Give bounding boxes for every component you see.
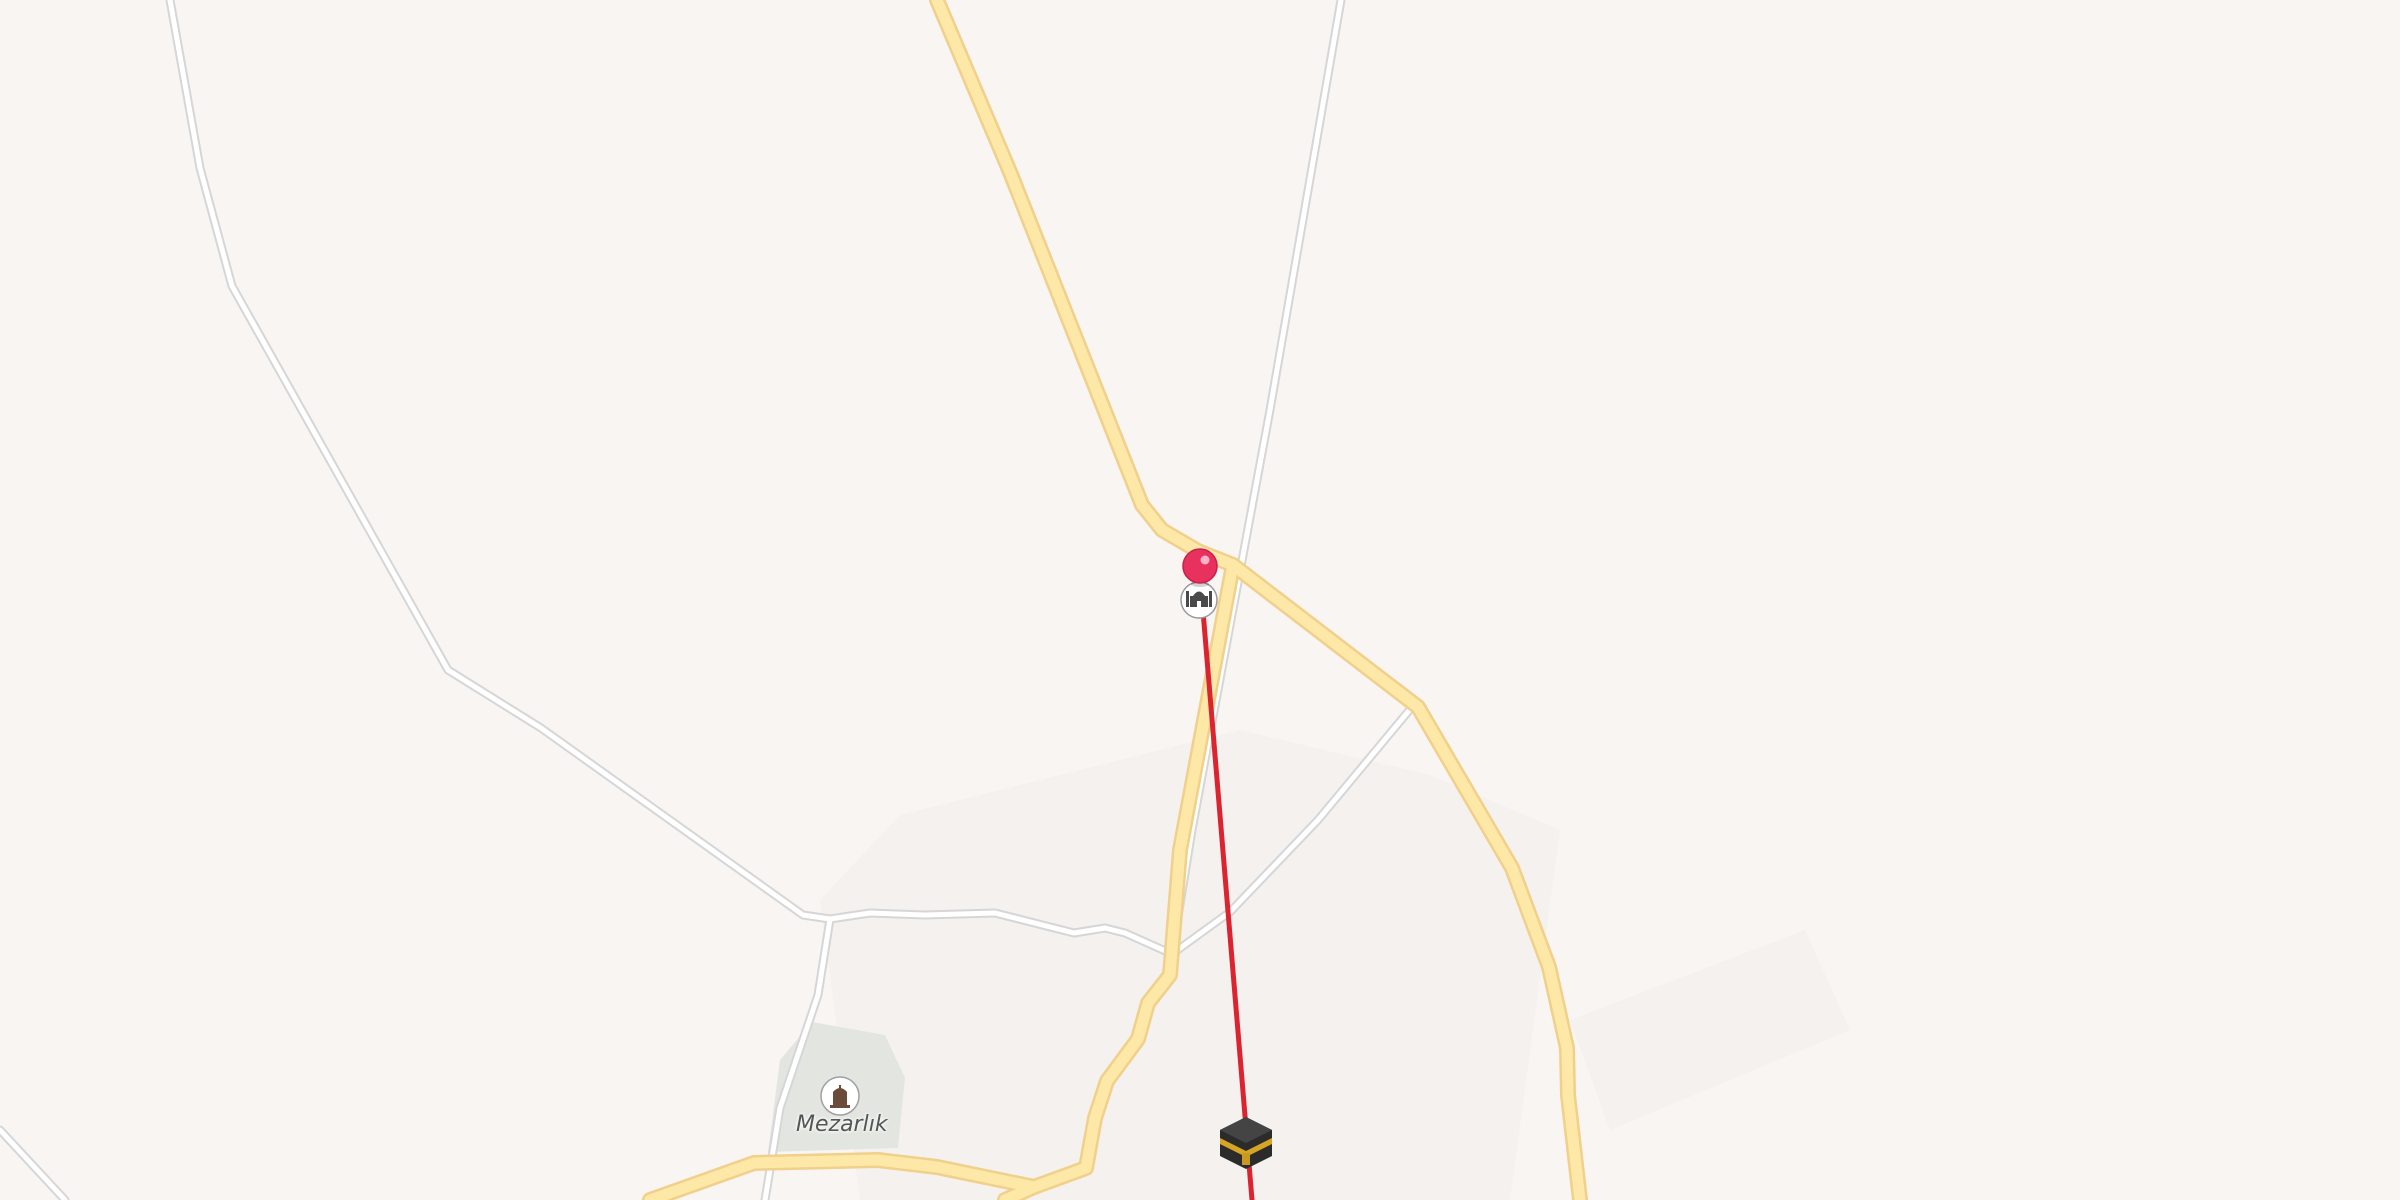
landuse-area	[1570, 930, 1850, 1130]
mosque-icon[interactable]	[1180, 581, 1218, 619]
cemetery-icon[interactable]	[820, 1076, 860, 1116]
cemetery-label: Mezarlık	[796, 1112, 888, 1137]
map-canvas[interactable]	[0, 0, 2400, 1200]
location-pin[interactable]	[1182, 548, 1218, 587]
